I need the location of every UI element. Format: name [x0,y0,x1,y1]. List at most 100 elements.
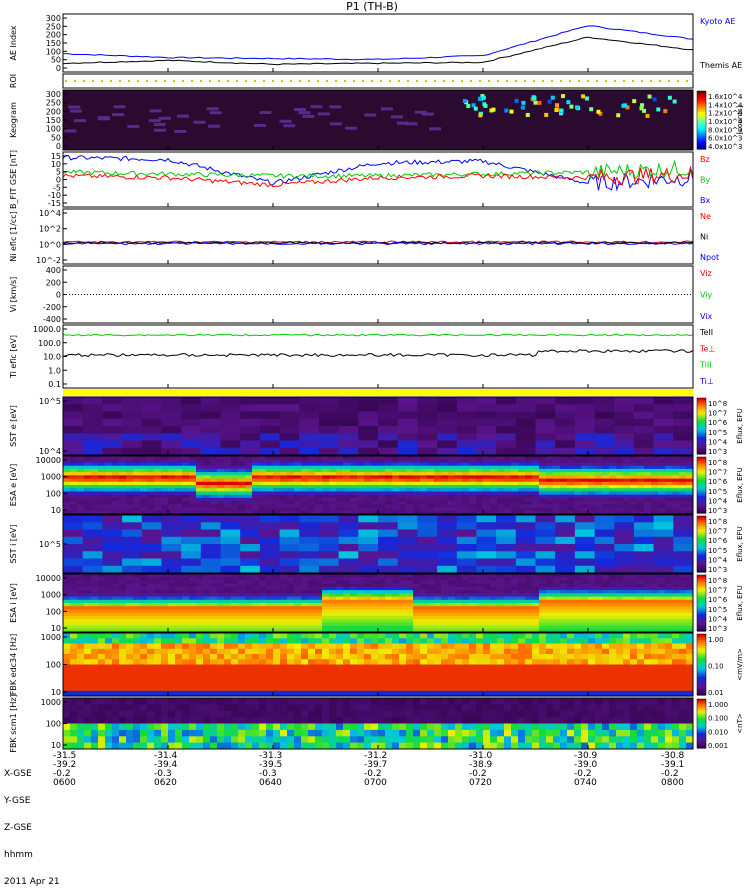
fbk_e-cell [252,670,260,676]
esa_i-cell [238,593,246,597]
esa_e-cell [420,469,428,473]
esa_e-cell [343,459,351,463]
esa_e-cell [308,469,316,473]
fbk_e-cell [315,670,323,676]
esa_e-cell [168,491,176,495]
esa_i-cell [497,626,505,630]
esa_e-cell [329,475,337,479]
roi-dot [641,80,643,82]
esa_e-cell [462,479,470,483]
esa_i-cell [280,580,288,584]
esa_i-cell [602,619,610,623]
esa_i-cell [294,574,302,578]
esa_e-cell [637,491,645,495]
sst_e-cell [181,397,201,405]
esa_e-cell [154,466,162,470]
esa_e-cell [294,491,302,495]
esa_i-cell [70,597,78,601]
esa_e-cell [287,469,295,473]
esa_e-cell [336,482,344,486]
esa_i-cell [406,597,414,601]
sst_i-cell [398,515,418,523]
esa_i-cell [546,593,554,597]
esa_i-cell [441,603,449,607]
sst_e-cell [595,441,615,449]
esa_e-cell [231,462,239,466]
esa_i-cell [196,580,204,584]
esa_i-ytick-label: 10 [51,624,61,633]
esa_e-cell [70,456,78,460]
esa_i-cell [679,626,687,630]
esa_i-cell [385,616,393,620]
esa_i-cell [497,603,505,607]
esa_i-cell [581,580,589,584]
esa_e-cell [322,462,330,466]
sst_e-cell [614,433,634,441]
keogram-cell [345,127,357,130]
fbk_e-cell [420,649,428,655]
esa_i-cell [462,613,470,617]
esa_e-cell [560,472,568,476]
esa_i-cell [147,616,155,620]
fbk_e-cell [119,644,127,650]
esa_e-cell [126,504,134,508]
sst_e-cell [122,397,142,405]
fbk_e-cell [168,633,176,639]
esa_i-cell [126,600,134,604]
esa_e-cell [70,498,78,502]
esa_e-cell [420,479,428,483]
roi-dot [650,80,652,82]
esa_i-cell [280,590,288,594]
fbk_e-cell [238,638,246,644]
esa_e-cell [350,498,358,502]
esa_i-cell [518,587,526,591]
esa_i-cell [84,580,92,584]
esa_e-cell [203,488,211,492]
esa_e-cell [224,462,232,466]
esa_i-cell [658,609,666,613]
esa_e-cell [679,504,687,508]
fbk_e-cell [322,675,330,681]
esa_i-cell [553,577,561,581]
esa_e-cell [161,475,169,479]
esa_e-cell [154,508,162,512]
fbk_e-cell [273,675,281,681]
esa_e-cell [609,488,617,492]
esa_e-cell [168,456,176,460]
sst_e-colorbar-tick: 10^5 [708,429,727,437]
roi-dot [452,80,454,82]
esa_e-cell [140,504,148,508]
fbk_e-cell [147,659,155,665]
fbk_e-cell [266,670,274,676]
esa_e-cell [672,469,680,473]
esa_i-cell [329,613,337,617]
esa_e-cell [420,472,428,476]
sst_i-cell [122,522,142,530]
esa_e-cell [609,466,617,470]
esa_i-cell [672,613,680,617]
esa_i-cell [630,616,638,620]
sst_e-cell [398,426,418,434]
esa_e-ytick-label: 100 [46,489,61,498]
esa_e-cell [392,501,400,505]
esa_e-cell [574,501,582,505]
esa_i-cell [322,606,330,610]
esa_i-cell [665,609,673,613]
fbk_e-cell [217,644,225,650]
esa_e-cell [322,488,330,492]
esa_e-cell [595,475,603,479]
esa_i-cell [441,626,449,630]
sst_i-cell [280,544,300,552]
esa_i-cell [686,587,694,591]
esa_e-cell [140,485,148,489]
esa_e-cell [308,459,316,463]
fbk_e-cell [154,670,162,676]
fbk_e-cell [84,654,92,660]
fbk_e-cell [301,654,309,660]
sst_i-cell [102,566,122,574]
sst_e-cell [378,419,398,427]
esa_i-cell [168,619,176,623]
esa_i-cell [525,603,533,607]
esa_i-cell [651,580,659,584]
sst_i-cell [260,530,280,538]
